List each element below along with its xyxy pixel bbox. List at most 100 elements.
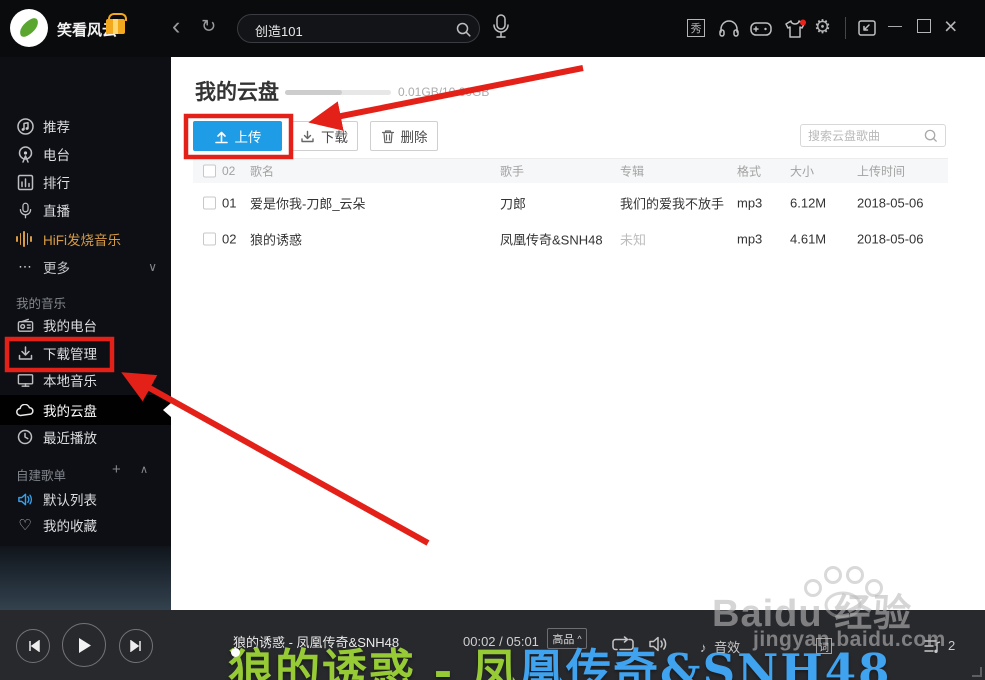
sidebar-item-charts[interactable]: 排行 [0, 168, 171, 196]
delete-button-label: 删除 [400, 130, 428, 145]
maximize-icon[interactable] [917, 19, 931, 33]
bar-chart-icon [16, 174, 34, 191]
notification-dot [800, 19, 806, 26]
section-header-my-music: 我的音乐 [16, 297, 67, 311]
storage-quota-fill [285, 90, 343, 95]
delete-button[interactable]: 删除 [370, 121, 438, 151]
minimize-icon[interactable]: — [888, 17, 902, 33]
music-note-circle-icon [16, 117, 34, 135]
headset-icon[interactable] [718, 19, 740, 39]
back-button[interactable]: ‹ [172, 12, 180, 41]
sidebar-item-label: HiFi发烧音乐 [43, 233, 121, 248]
play-button[interactable] [62, 623, 106, 667]
song-size: 6.12M [790, 195, 827, 211]
sidebar-item-radio[interactable]: 电台 [0, 140, 171, 168]
sidebar-item-default-playlist[interactable]: 默认列表 [0, 485, 171, 513]
storage-usage-text: 0.01GB/10.00GB [398, 85, 490, 99]
song-album[interactable]: 未知 [620, 230, 646, 249]
select-all-checkbox[interactable] [203, 164, 216, 178]
sidebar-item-downloads[interactable]: 下载管理 [0, 339, 171, 367]
song-artist[interactable]: 刀郎 [500, 194, 526, 213]
col-format[interactable]: 格式 [737, 163, 761, 180]
row-num: 02 [222, 231, 237, 247]
resize-grip[interactable] [972, 667, 982, 677]
cloud-icon [16, 403, 34, 417]
sidebar-item-local-music[interactable]: 本地音乐 [0, 366, 171, 394]
table-row[interactable]: 01 爱是你我-刀郎_云朵 刀郎 我们的爱我不放手 mp3 6.12M 2018… [193, 185, 948, 221]
sidebar-item-live[interactable]: 直播 [0, 196, 171, 224]
waveform-icon [16, 231, 34, 247]
sidebar-item-hifi[interactable]: HiFi发烧音乐 [0, 225, 171, 253]
titlebar-divider [845, 17, 846, 39]
mic-icon [16, 202, 34, 219]
sidebar-item-label: 推荐 [43, 120, 70, 135]
settings-gear-icon[interactable]: ⚙ [814, 16, 831, 39]
cloud-drive-page: 我的云盘 0.01GB/10.00GB 上传 下载 删除 搜索云盘歌曲 02 歌… [171, 57, 985, 610]
collapse-icon[interactable]: ∧ [140, 463, 148, 476]
row-checkbox[interactable] [203, 196, 216, 210]
song-upload-time: 2018-05-06 [857, 195, 924, 211]
col-artist[interactable]: 歌手 [500, 163, 524, 180]
col-album[interactable]: 专辑 [620, 163, 644, 180]
col-count: 02 [222, 164, 236, 178]
song-name[interactable]: 狼的诱惑 [250, 230, 302, 249]
sidebar-item-more[interactable]: ⋯ 更多 ∨ [0, 253, 171, 281]
refresh-button[interactable]: ↻ [201, 16, 216, 37]
sidebar-item-label: 我的云盘 [43, 404, 97, 419]
sidebar-item-label: 直播 [43, 204, 70, 219]
cloud-search-input[interactable]: 搜索云盘歌曲 [800, 124, 946, 147]
playlist-count: 2 [948, 638, 956, 653]
radio-box-icon [16, 318, 34, 333]
upload-icon [214, 131, 228, 143]
speaker-playing-icon [16, 492, 34, 507]
sidebar-item-recommend[interactable]: 推荐 [0, 112, 171, 140]
xiu-show-icon[interactable]: 秀 [687, 19, 705, 37]
page-title: 我的云盘 [195, 81, 279, 104]
search-icon[interactable] [924, 129, 938, 143]
col-song-name[interactable]: 歌名 [250, 163, 274, 180]
song-name[interactable]: 爱是你我-刀郎_云朵 [250, 194, 366, 213]
sidebar-item-my-cloud[interactable]: 我的云盘 [0, 395, 171, 425]
download-button[interactable]: 下载 [290, 121, 358, 151]
search-icon[interactable] [456, 22, 471, 37]
playlist-icon[interactable] [924, 639, 941, 654]
sidebar-item-label: 我的收藏 [43, 519, 97, 534]
add-playlist-icon[interactable]: + [112, 461, 121, 478]
monitor-icon [16, 373, 34, 388]
sidebar-item-recent[interactable]: 最近播放 [0, 423, 171, 451]
table-row[interactable]: 02 狼的诱惑 凤凰传奇&SNH48 未知 mp3 4.61M 2018-05-… [193, 221, 948, 257]
section-header-playlists: 自建歌单 [16, 469, 67, 483]
music-app-window: 笑看风云 ‹ ↻ 创造101 秀 ⚙ — × 推荐 电台 排行 直播 HiFi发… [0, 0, 985, 680]
previous-track-button[interactable] [16, 629, 50, 663]
close-icon[interactable]: × [944, 13, 957, 40]
upload-button-label: 上传 [234, 130, 262, 145]
sidebar-item-label: 我的电台 [43, 319, 97, 334]
play-icon [78, 637, 91, 653]
upload-button[interactable]: 上传 [193, 121, 282, 151]
gift-icon[interactable] [106, 13, 127, 34]
chevron-down-icon[interactable]: ∨ [148, 260, 157, 274]
row-checkbox[interactable] [203, 232, 216, 246]
sidebar-item-label: 更多 [43, 261, 70, 276]
sidebar-item-label: 最近播放 [43, 431, 97, 446]
song-album[interactable]: 我们的爱我不放手 [620, 194, 724, 213]
title-bar: 笑看风云 ‹ ↻ 创造101 秀 ⚙ — × [0, 0, 985, 57]
song-artist[interactable]: 凤凰传奇&SNH48 [500, 230, 603, 249]
search-input[interactable]: 创造101 [237, 14, 480, 43]
skin-shirt-icon[interactable] [783, 19, 807, 40]
game-icon[interactable] [749, 19, 773, 39]
app-logo[interactable] [10, 9, 48, 47]
song-format: mp3 [737, 231, 763, 247]
col-upload-time[interactable]: 上传时间 [857, 163, 905, 180]
next-track-button[interactable] [119, 629, 153, 663]
microphone-icon[interactable] [491, 13, 511, 43]
clock-icon [16, 429, 34, 445]
search-query: 创造101 [255, 24, 303, 39]
col-size[interactable]: 大小 [790, 163, 814, 180]
sidebar-item-favorites[interactable]: ♡ 我的收藏 [0, 511, 171, 539]
mini-mode-icon[interactable] [858, 20, 876, 36]
song-format: mp3 [737, 195, 763, 211]
sidebar-item-my-radio[interactable]: 我的电台 [0, 311, 171, 339]
sidebar-item-label: 排行 [43, 176, 70, 191]
selected-item-marker [163, 403, 171, 417]
